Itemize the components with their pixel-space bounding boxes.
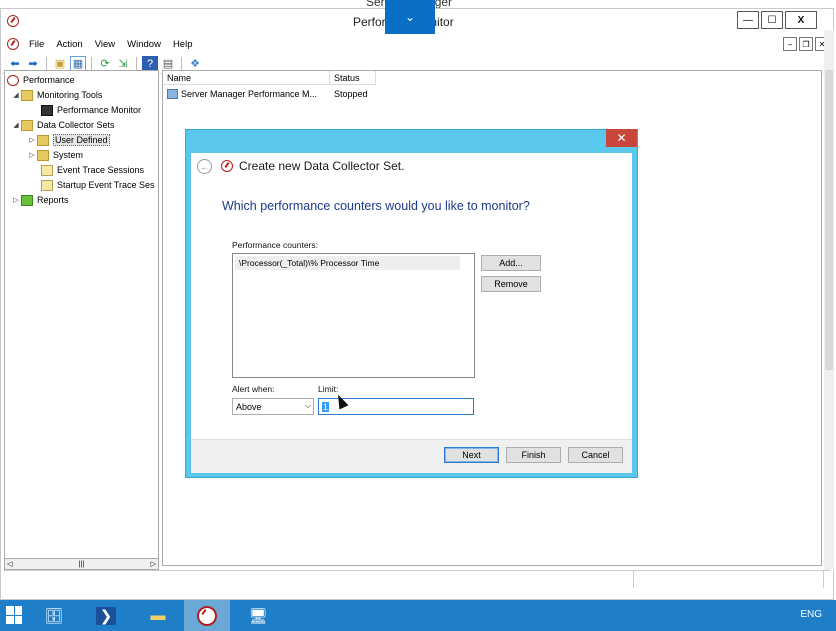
dialog-close-button[interactable]: ✕ xyxy=(606,129,637,147)
alert-when-value: Above xyxy=(236,401,262,412)
scroll-thumb[interactable] xyxy=(825,70,833,370)
scroll-right-icon[interactable]: ▷ xyxy=(151,560,156,568)
remove-counter-button[interactable]: Remove xyxy=(481,276,541,292)
taskbar-file-explorer[interactable]: ▬ xyxy=(134,600,182,631)
menu-file[interactable]: File xyxy=(23,39,50,50)
folder-icon xyxy=(21,119,33,131)
alert-when-label: Alert when: xyxy=(232,384,275,394)
navigation-tree[interactable]: Performance ◢ Monitoring Tools Performan… xyxy=(4,70,159,566)
collapse-arrow-icon[interactable]: ◢ xyxy=(11,91,21,99)
taskbar-performance-monitor[interactable] xyxy=(184,600,230,631)
counters-label: Performance counters: xyxy=(232,240,318,250)
toolbar-separator xyxy=(181,56,182,71)
menu-action[interactable]: Action xyxy=(50,39,88,50)
wizard-footer xyxy=(191,439,632,473)
collector-set-icon xyxy=(167,89,178,99)
tree-node-startup-event-trace[interactable]: Startup Event Trace Ses xyxy=(41,178,155,192)
status-pane xyxy=(4,571,634,588)
scroll-left-icon[interactable]: ◁ xyxy=(7,560,12,568)
tree-node-system[interactable]: ▷ System xyxy=(27,148,83,162)
list-item[interactable]: Server Manager Performance M... xyxy=(167,87,331,101)
scroll-thumb-grip-icon[interactable]: ||| xyxy=(79,561,84,568)
reports-icon xyxy=(21,194,33,206)
menu-bar: File Action View Window Help xyxy=(1,35,833,53)
document-icon xyxy=(41,179,53,191)
next-button[interactable]: Next xyxy=(444,447,499,463)
column-header-name[interactable]: Name xyxy=(163,71,330,85)
status-bar xyxy=(4,570,830,588)
mdi-controls: – ❐ ✕ xyxy=(783,37,829,51)
counters-listbox[interactable]: \Processor(_Total)\% Processor Time xyxy=(232,253,475,378)
tree-node-performance[interactable]: Performance xyxy=(7,73,75,87)
wizard-header: ← Create new Data Collector Set. xyxy=(191,153,632,181)
performance-monitor-icon xyxy=(221,160,233,172)
back-arrow-icon[interactable]: ← xyxy=(197,159,212,174)
performance-icon xyxy=(7,74,19,86)
performance-monitor-icon xyxy=(7,15,19,27)
menu-window[interactable]: Window xyxy=(121,39,167,50)
powershell-icon: ❯ xyxy=(95,606,117,625)
wizard-title: Create new Data Collector Set. xyxy=(239,159,405,173)
performance-monitor-icon xyxy=(197,605,217,626)
alert-when-select[interactable]: Above ⌵ xyxy=(232,398,314,415)
tree-node-monitoring-tools[interactable]: ◢ Monitoring Tools xyxy=(11,88,102,102)
mdi-minimize-button[interactable]: – xyxy=(783,37,797,51)
maximize-button[interactable]: ☐ xyxy=(761,11,783,29)
chevron-down-icon[interactable]: ⌵ xyxy=(305,401,311,411)
cancel-button[interactable]: Cancel xyxy=(568,447,623,463)
limit-value: 1 xyxy=(322,401,330,412)
folder-icon xyxy=(37,134,49,146)
tree-node-reports[interactable]: ▷ Reports xyxy=(11,193,69,207)
server-manager-icon: 🗄 xyxy=(44,607,64,625)
toolbar-separator xyxy=(136,56,137,71)
folder-icon xyxy=(37,149,49,161)
mdi-restore-button[interactable]: ❐ xyxy=(799,37,813,51)
list-item-name: Server Manager Performance M... xyxy=(181,89,318,99)
add-counter-button[interactable]: Add... xyxy=(481,255,541,271)
tree-node-event-trace-sessions[interactable]: Event Trace Sessions xyxy=(41,163,144,177)
toolbar-separator xyxy=(91,56,92,71)
tree-node-performance-monitor[interactable]: Performance Monitor xyxy=(41,103,141,117)
taskbar-powershell[interactable]: ❯ xyxy=(82,600,130,631)
folder-icon: ▬ xyxy=(150,607,166,624)
wizard-question: Which performance counters would you lik… xyxy=(222,199,530,213)
counter-item[interactable]: \Processor(_Total)\% Processor Time xyxy=(235,256,460,270)
tree-node-data-collector-sets[interactable]: ◢ Data Collector Sets xyxy=(11,118,115,132)
expand-arrow-icon[interactable]: ▷ xyxy=(11,196,21,204)
menu-help[interactable]: Help xyxy=(167,39,199,50)
close-button[interactable]: X xyxy=(785,11,817,29)
column-header-status[interactable]: Status xyxy=(330,71,376,85)
vertical-scrollbar[interactable] xyxy=(824,30,834,570)
windows-logo-icon xyxy=(6,606,22,624)
expand-arrow-icon[interactable]: ▷ xyxy=(27,136,37,144)
language-indicator[interactable]: ENG xyxy=(800,609,822,620)
system-menu-icon[interactable] xyxy=(7,38,19,50)
limit-label: Limit: xyxy=(318,384,339,394)
status-pane xyxy=(634,571,824,588)
menu-view[interactable]: View xyxy=(89,39,121,50)
finish-button[interactable]: Finish xyxy=(506,447,561,463)
computer-icon: 🖥 xyxy=(248,607,268,625)
minimize-button[interactable]: — xyxy=(737,11,759,29)
document-icon xyxy=(41,164,53,176)
start-button[interactable] xyxy=(0,600,28,631)
tree-horizontal-scrollbar[interactable]: ◁ ||| ▷ xyxy=(4,558,159,570)
monitor-icon xyxy=(41,104,53,116)
taskbar: 🗄 ❯ ▬ 🖥 ENG xyxy=(0,600,836,631)
collapse-arrow-icon[interactable]: ◢ xyxy=(11,121,21,129)
expand-arrow-icon[interactable]: ▷ xyxy=(27,151,37,159)
folder-icon xyxy=(21,89,33,101)
taskbar-server-manager[interactable]: 🗄 xyxy=(30,600,78,631)
toolbar-separator xyxy=(46,56,47,71)
chevron-down-icon[interactable]: ⌄ xyxy=(385,0,435,34)
list-item-status: Stopped xyxy=(334,89,368,99)
tree-node-user-defined[interactable]: ▷ User Defined xyxy=(27,133,110,147)
taskbar-remote-desktop[interactable]: 🖥 xyxy=(234,600,282,631)
